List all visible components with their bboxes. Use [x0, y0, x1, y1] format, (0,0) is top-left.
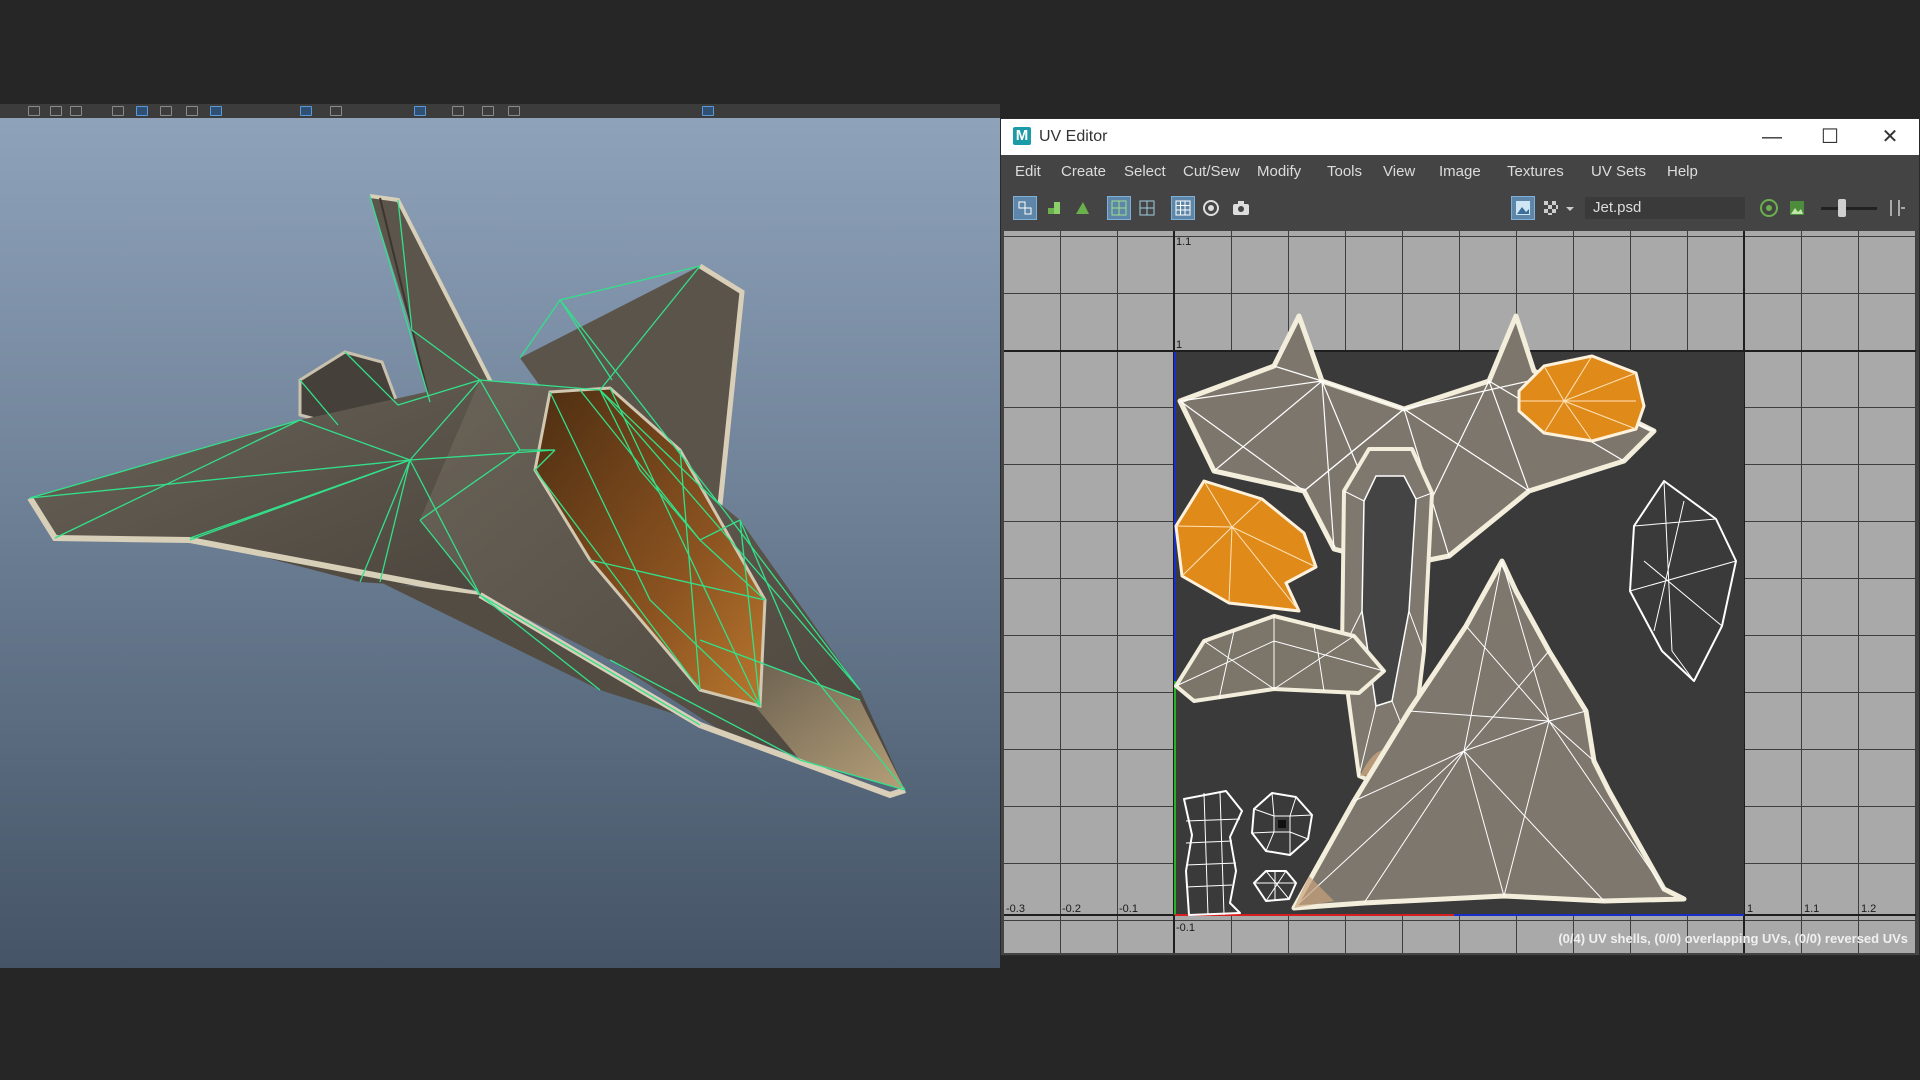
menu-image[interactable]: Image	[1439, 163, 1481, 180]
axis-label-y-1: 1	[1176, 339, 1182, 351]
menu-create[interactable]: Create	[1061, 163, 1106, 180]
exposure-slider-track[interactable]	[1821, 207, 1877, 210]
tool-icon[interactable]	[482, 106, 494, 116]
pin-icon[interactable]	[1199, 196, 1223, 220]
maximize-button[interactable]: ☐	[1801, 119, 1859, 155]
tool-icon[interactable]	[300, 106, 312, 116]
checker-icon[interactable]	[1171, 196, 1195, 220]
menu-modify[interactable]: Modify	[1257, 163, 1301, 180]
camera-icon[interactable]	[1229, 196, 1253, 220]
uv-canvas[interactable]: 1.1 1 -0.1 -0.3 -0.2 -0.1 1 1.1 1.2 (0/4…	[1004, 231, 1916, 953]
axis-label-x-neg-0-2: -0.2	[1062, 903, 1081, 915]
dropdown-icon[interactable]	[1563, 196, 1577, 220]
tool-icon[interactable]	[330, 106, 342, 116]
menu-help[interactable]: Help	[1667, 163, 1698, 180]
tool-icon[interactable]	[210, 106, 222, 116]
window-title: UV Editor	[1039, 128, 1108, 145]
uv-move-icon[interactable]	[1071, 196, 1095, 220]
menu-textures[interactable]: Textures	[1507, 163, 1564, 180]
tool-icon[interactable]	[452, 106, 464, 116]
bottom-dark-bar	[0, 968, 1920, 1080]
texture-file-field[interactable]: Jet.psd	[1585, 197, 1745, 219]
tool-icon[interactable]	[136, 106, 148, 116]
jet-model	[27, 194, 906, 799]
uv-editor-window[interactable]: M UV Editor — ☐ ✕ Edit Create Select Cut…	[1000, 118, 1920, 956]
tool-icon[interactable]	[414, 106, 426, 116]
axis-label-x-1-2: 1.2	[1861, 903, 1876, 915]
axis-label-x-1-1: 1.1	[1804, 903, 1819, 915]
axis-label-x-1: 1	[1747, 903, 1753, 915]
tool-icon[interactable]	[702, 106, 714, 116]
menu-uv-sets[interactable]: UV Sets	[1591, 163, 1646, 180]
exposure-slider-handle[interactable]	[1838, 199, 1846, 217]
tool-icon[interactable]	[50, 106, 62, 116]
axis-label-x-neg-0-1: -0.1	[1119, 903, 1138, 915]
menu-select[interactable]: Select	[1124, 163, 1166, 180]
tool-icon[interactable]	[186, 106, 198, 116]
axis-label-y-1-1: 1.1	[1176, 236, 1191, 248]
tool-icon[interactable]	[508, 106, 520, 116]
checker-pattern-icon[interactable]	[1539, 196, 1563, 220]
uv-toolbar: Jet.psd	[1001, 187, 1919, 229]
menu-bar: Edit Create Select Cut/Sew Modify Tools …	[1001, 155, 1919, 187]
menu-edit[interactable]: Edit	[1015, 163, 1041, 180]
axis-label-y-neg-0-1: -0.1	[1176, 922, 1195, 934]
3d-viewport[interactable]	[0, 118, 1000, 968]
maya-toolbar	[0, 104, 1000, 118]
image-icon[interactable]	[1785, 196, 1809, 220]
image-display-icon[interactable]	[1511, 196, 1535, 220]
uv-shell-icon[interactable]	[1013, 196, 1037, 220]
menu-tools[interactable]: Tools	[1327, 163, 1362, 180]
tool-icon[interactable]	[112, 106, 124, 116]
maya-logo-icon: M	[1013, 127, 1031, 145]
menu-cut-sew[interactable]: Cut/Sew	[1183, 163, 1240, 180]
axis-label-x-neg-0-3: -0.3	[1006, 903, 1025, 915]
grid-icon[interactable]	[1135, 196, 1159, 220]
uv-status-text: (0/4) UV shells, (0/0) overlapping UVs, …	[1558, 931, 1908, 946]
tool-icon[interactable]	[28, 106, 40, 116]
panel-toggle-icon[interactable]	[1887, 196, 1907, 220]
grid-toggle-icon[interactable]	[1107, 196, 1131, 220]
texture-icon[interactable]	[1757, 196, 1781, 220]
menu-view[interactable]: View	[1383, 163, 1415, 180]
uv-snapshot-icon[interactable]	[1043, 196, 1067, 220]
top-dark-bar	[0, 0, 1920, 110]
minimize-button[interactable]: —	[1743, 119, 1801, 155]
tool-icon[interactable]	[70, 106, 82, 116]
tool-icon[interactable]	[160, 106, 172, 116]
title-bar[interactable]: M UV Editor — ☐ ✕	[1001, 119, 1919, 155]
close-button[interactable]: ✕	[1861, 119, 1919, 155]
